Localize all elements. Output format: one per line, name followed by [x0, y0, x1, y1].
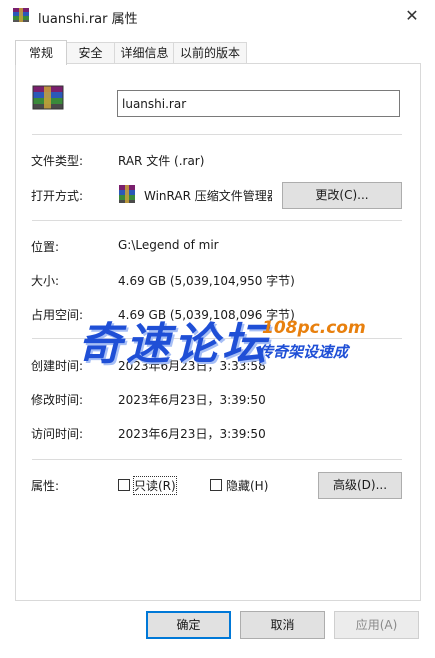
file-type-value: RAR 文件 (.rar)	[118, 154, 205, 168]
size-on-disk-label: 占用空间:	[31, 308, 84, 322]
modified-value: 2023年6月23日，3:39:50	[118, 393, 266, 407]
apply-button[interactable]: 应用(A)	[334, 611, 419, 639]
readonly-checkbox[interactable]	[118, 479, 130, 491]
divider	[32, 134, 402, 135]
ok-button[interactable]: 确定	[146, 611, 231, 639]
tab-previous-versions[interactable]: 以前的版本	[173, 42, 247, 64]
cancel-button[interactable]: 取消	[240, 611, 325, 639]
winrar-archive-icon	[12, 7, 30, 23]
tab-details[interactable]: 详细信息	[114, 42, 175, 64]
divider	[32, 220, 402, 221]
winrar-app-icon	[118, 184, 136, 207]
hidden-label[interactable]: 隐藏(H)	[226, 477, 268, 494]
accessed-value: 2023年6月23日，3:39:50	[118, 427, 266, 441]
advanced-button[interactable]: 高级(D)...	[318, 472, 402, 499]
watermark-logo-text: 奇速论坛	[78, 319, 270, 370]
modified-label: 修改时间:	[31, 393, 84, 407]
file-name-input[interactable]	[117, 90, 400, 117]
location-value: G:\Legend of mir	[118, 238, 219, 252]
close-button[interactable]: ✕	[398, 4, 426, 28]
title-bar: luanshi.rar 属性 ✕	[0, 0, 435, 32]
created-label: 创建时间:	[31, 359, 84, 373]
open-with-value: WinRAR 压缩文件管理器	[144, 189, 272, 203]
tab-general[interactable]: 常规	[15, 40, 67, 65]
winrar-archive-icon	[31, 84, 65, 115]
window-title: luanshi.rar 属性	[38, 12, 138, 27]
hidden-checkbox[interactable]	[210, 479, 222, 491]
tab-security[interactable]: 安全	[65, 42, 116, 64]
size-label: 大小:	[31, 274, 60, 288]
size-value: 4.69 GB (5,039,104,950 字节)	[118, 274, 295, 288]
file-type-label: 文件类型:	[31, 154, 84, 168]
location-label: 位置:	[31, 240, 60, 254]
accessed-label: 访问时间:	[31, 427, 84, 441]
divider	[32, 459, 402, 460]
open-with-label: 打开方式:	[31, 189, 84, 203]
watermark-site-text: 108pc.com	[262, 318, 366, 338]
watermark-subtitle: 传奇架设速成	[258, 343, 349, 361]
attributes-label: 属性:	[31, 479, 60, 493]
change-button[interactable]: 更改(C)...	[282, 182, 402, 209]
readonly-label[interactable]: 只读(R)	[133, 476, 177, 495]
